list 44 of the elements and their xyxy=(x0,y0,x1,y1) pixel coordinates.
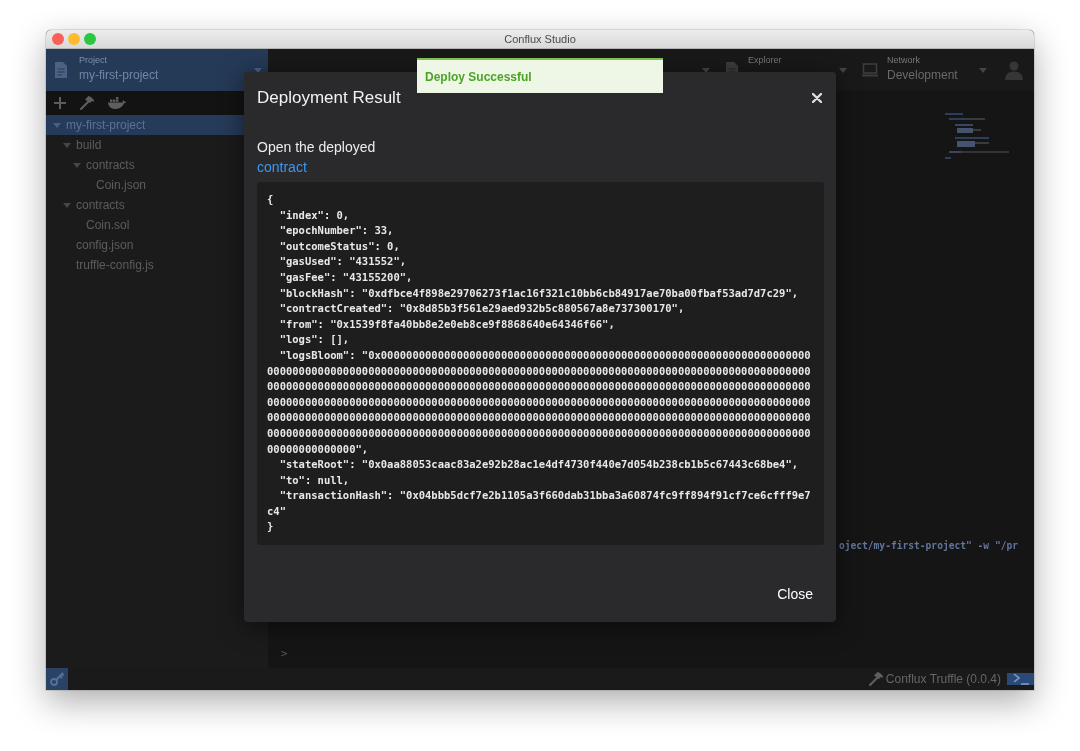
toast-message: Deploy Successful xyxy=(425,69,532,84)
terminal-line: oject/my-first-project" -w "/pr xyxy=(838,539,1018,553)
hammer-icon xyxy=(868,672,883,686)
terminal-prompt: > xyxy=(281,647,288,661)
key-button[interactable] xyxy=(46,668,68,690)
tree-item[interactable]: truffle-config.js xyxy=(46,255,160,275)
plus-icon[interactable] xyxy=(54,97,66,109)
caret-icon[interactable] xyxy=(53,122,61,128)
contract-link[interactable]: contract xyxy=(257,157,307,177)
network-label: Network xyxy=(887,55,920,66)
user-icon[interactable] xyxy=(1004,60,1024,80)
minimap-drawing xyxy=(945,113,1010,160)
hammer-icon[interactable] xyxy=(80,96,94,110)
key-icon xyxy=(50,672,64,686)
tree-item[interactable]: config.json xyxy=(46,235,140,255)
project-name: my-first-project xyxy=(79,67,159,84)
file-icon xyxy=(55,62,67,78)
result-code: { "index": 0, "epochNumber": 33, "outcomeStatus": 0, "gasUsed": "431552", "gasFee": "43155200", "blockHash": "0xdfbce4f898e29706273f1ac16f321c10bb6cb84917ae70ba00fbaf53ad7d7c29", "contractCreated": "0x8d85b3f561e29aed932b5c880567a8e737300170", "from": "0x1539f8fa40bb8e2e0eb8ce9f8868640e64346f66", "logs": [], "logsBloom": "0x00000000000000000000000000000000000000000000000000000000000000000000000000000000000000000000000000000000000000000000000000000000000000000000000000000000000000000000000000000000000000000000000000000000000000000000000000000000000000000000000000000000000000000000000000000000000000000000000000000000000000000000000000000000000000000000000000000000000000000000000000000000000000000000000000000000000000000000000000000000000000000000000000000000000000000000000000000000000000000000000000000000000000000000000000000000", "stateRoot": "0x0aa88053caac83a2e92b28ac1e4df4730f440e7d054b238cb1b5c67443c68be4", "to": null, "transactionHash": "0x04bbb5dcf7e2b1105a3f660dab31bba3a60874fc9ff894f91cf7ce6cfff9e7c4" } xyxy=(257,182,824,546)
monitor-icon xyxy=(862,63,878,77)
intro-text: Open the deployed xyxy=(257,138,376,157)
window-zoom-icon[interactable] xyxy=(84,33,96,45)
terminal-button[interactable] xyxy=(1007,673,1034,685)
tree-item[interactable]: build xyxy=(46,135,108,155)
window-title: Conflux Studio xyxy=(504,32,576,46)
tree-item[interactable]: contracts xyxy=(46,195,131,215)
caret-icon[interactable] xyxy=(63,202,71,208)
close-icon[interactable] xyxy=(812,93,822,103)
window-minimize-icon[interactable] xyxy=(68,33,80,45)
status-text[interactable]: Conflux Truffle (0.0.4) xyxy=(885,672,1001,686)
caret-icon[interactable] xyxy=(63,142,71,148)
terminal-icon xyxy=(1012,673,1029,685)
caret-icon[interactable] xyxy=(979,67,987,73)
window-close-icon[interactable] xyxy=(52,33,64,45)
close-button[interactable]: Close xyxy=(769,582,821,606)
explorer-label: Explorer xyxy=(748,55,782,66)
project-dropdown[interactable]: Project my-first-project xyxy=(46,49,268,91)
tree-item[interactable]: contracts xyxy=(46,155,141,175)
tree-item[interactable]: Coin.sol xyxy=(46,215,136,235)
caret-icon[interactable] xyxy=(73,162,81,168)
network-value[interactable]: Development xyxy=(887,66,958,84)
caret-icon[interactable] xyxy=(839,67,847,73)
project-label: Project xyxy=(79,55,107,66)
whale-icon[interactable] xyxy=(108,97,126,109)
tree-item[interactable]: Coin.json xyxy=(46,175,153,195)
